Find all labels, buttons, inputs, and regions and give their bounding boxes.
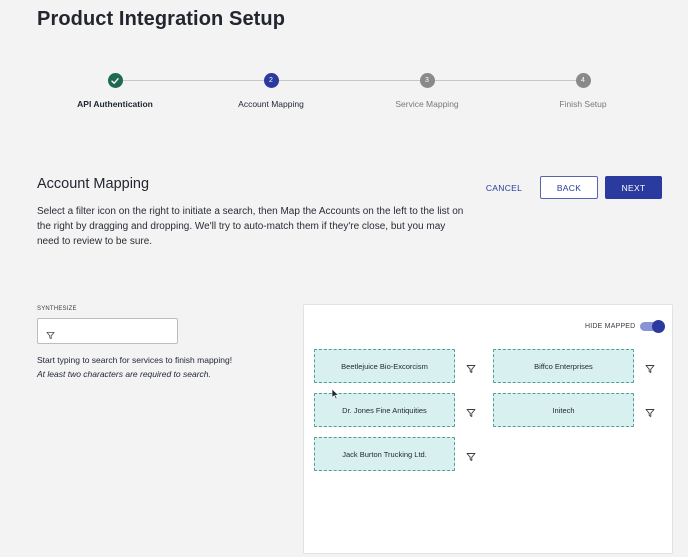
- next-button[interactable]: NEXT: [605, 176, 662, 199]
- back-button[interactable]: BACK: [540, 176, 598, 199]
- account-card[interactable]: Jack Burton Trucking Ltd.: [314, 437, 455, 471]
- step-number: 3: [420, 73, 435, 88]
- accounts-panel: [303, 304, 673, 554]
- section-title: Account Mapping: [37, 176, 149, 192]
- step-service-mapping[interactable]: 3 Service Mapping: [357, 70, 497, 109]
- account-card[interactable]: Beetlejuice Bio-Excorcism: [314, 349, 455, 383]
- filter-icon[interactable]: [466, 449, 476, 459]
- mouse-cursor-icon: [331, 387, 340, 405]
- step-label: Service Mapping: [357, 99, 497, 109]
- step-api-authentication[interactable]: API Authentication: [45, 70, 185, 109]
- search-label: SYNTHESIZE: [37, 306, 77, 312]
- step-label: API Authentication: [45, 99, 185, 109]
- account-card[interactable]: Initech: [493, 393, 634, 427]
- toggle-knob[interactable]: [652, 320, 665, 333]
- filter-icon[interactable]: [645, 405, 655, 415]
- step-account-mapping[interactable]: 2 Account Mapping: [201, 70, 341, 109]
- search-hint: Start typing to search for services to f…: [37, 355, 232, 365]
- hide-mapped-label: HIDE MAPPED: [585, 323, 635, 330]
- filter-icon[interactable]: [466, 361, 476, 371]
- stepper: API Authentication 2 Account Mapping 3 S…: [0, 70, 688, 120]
- search-input[interactable]: [60, 322, 172, 340]
- check-icon: [108, 73, 123, 88]
- step-finish-setup[interactable]: 4 Finish Setup: [513, 70, 653, 109]
- filter-icon: [46, 327, 55, 345]
- search-field[interactable]: [37, 318, 178, 344]
- step-number: 2: [264, 73, 279, 88]
- page-title: Product Integration Setup: [37, 8, 285, 31]
- search-hint-note: At least two characters are required to …: [37, 369, 211, 379]
- step-label: Account Mapping: [201, 99, 341, 109]
- account-card[interactable]: Biffco Enterprises: [493, 349, 634, 383]
- hide-mapped-toggle[interactable]: [640, 320, 665, 333]
- cancel-button[interactable]: CANCEL: [480, 178, 528, 198]
- filter-icon[interactable]: [466, 405, 476, 415]
- section-description: Select a filter icon on the right to ini…: [37, 204, 467, 249]
- step-label: Finish Setup: [513, 99, 653, 109]
- step-number: 4: [576, 73, 591, 88]
- filter-icon[interactable]: [645, 361, 655, 371]
